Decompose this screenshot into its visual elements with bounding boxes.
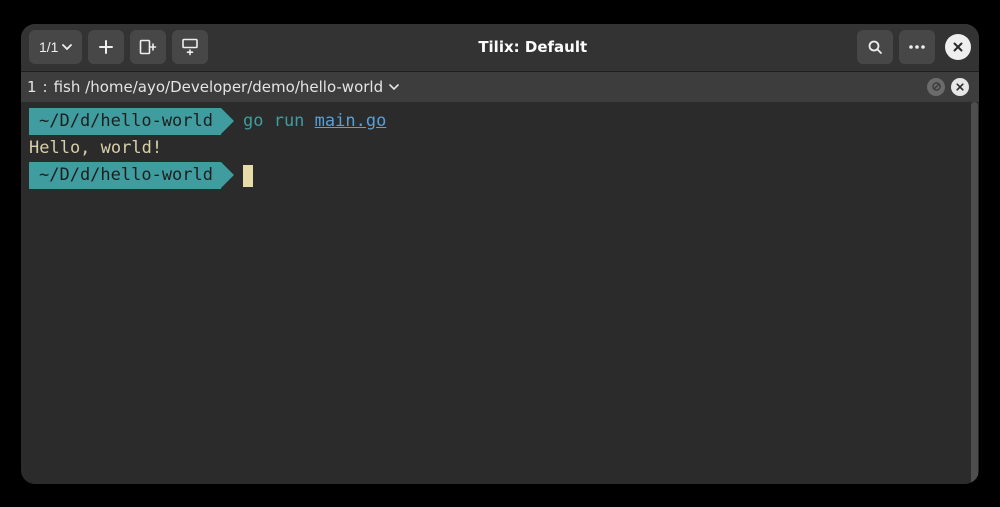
output-text: Hello, world!	[29, 135, 162, 162]
tab-readonly-indicator	[927, 78, 945, 96]
chevron-down-icon	[389, 84, 399, 90]
disabled-close-icon	[932, 82, 941, 91]
terminal-line-prompt: ~/D/d/hello-world	[29, 162, 971, 193]
tab-bar: 1: fish /home/ayo/Developer/demo/hello-w…	[21, 72, 979, 102]
tab-index: 1	[27, 78, 37, 96]
terminal-line-output: Hello, world!	[29, 135, 971, 162]
split-down-icon	[181, 38, 199, 56]
tab-close-button[interactable]	[951, 78, 969, 96]
scrollbar[interactable]	[971, 102, 978, 484]
terminal-line-command: ~/D/d/hello-world go run main.go	[29, 108, 971, 135]
command-text: go run	[243, 111, 315, 131]
menu-button[interactable]	[899, 30, 935, 64]
prompt-path-badge: ~/D/d/hello-world	[29, 162, 221, 189]
chevron-down-icon	[62, 44, 72, 50]
session-indicator: 1/1	[39, 39, 58, 55]
terminal-cursor	[243, 165, 253, 187]
terminal-pane[interactable]: ~/D/d/hello-world go run main.go Hello, …	[21, 102, 979, 484]
split-right-icon	[139, 39, 157, 55]
terminal-tab[interactable]: 1: fish /home/ayo/Developer/demo/hello-w…	[27, 78, 399, 96]
search-button[interactable]	[857, 30, 893, 64]
tab-title: fish /home/ayo/Developer/demo/hello-worl…	[54, 78, 384, 96]
ellipsis-icon	[908, 45, 926, 49]
session-selector-button[interactable]: 1/1	[29, 30, 82, 64]
plus-icon	[98, 39, 114, 55]
terminal-window: 1/1 Tilix: Default	[21, 24, 979, 484]
titlebar: 1/1 Tilix: Default	[21, 24, 979, 72]
split-down-button[interactable]	[172, 30, 208, 64]
scrollbar-thumb[interactable]	[971, 102, 978, 484]
close-icon	[953, 42, 963, 52]
new-session-button[interactable]	[88, 30, 124, 64]
search-icon	[867, 39, 883, 55]
command-filename: main.go	[315, 111, 387, 131]
close-icon	[956, 83, 964, 91]
window-title: Tilix: Default	[214, 38, 851, 56]
prompt-path-badge: ~/D/d/hello-world	[29, 108, 221, 135]
split-right-button[interactable]	[130, 30, 166, 64]
window-close-button[interactable]	[945, 34, 971, 60]
